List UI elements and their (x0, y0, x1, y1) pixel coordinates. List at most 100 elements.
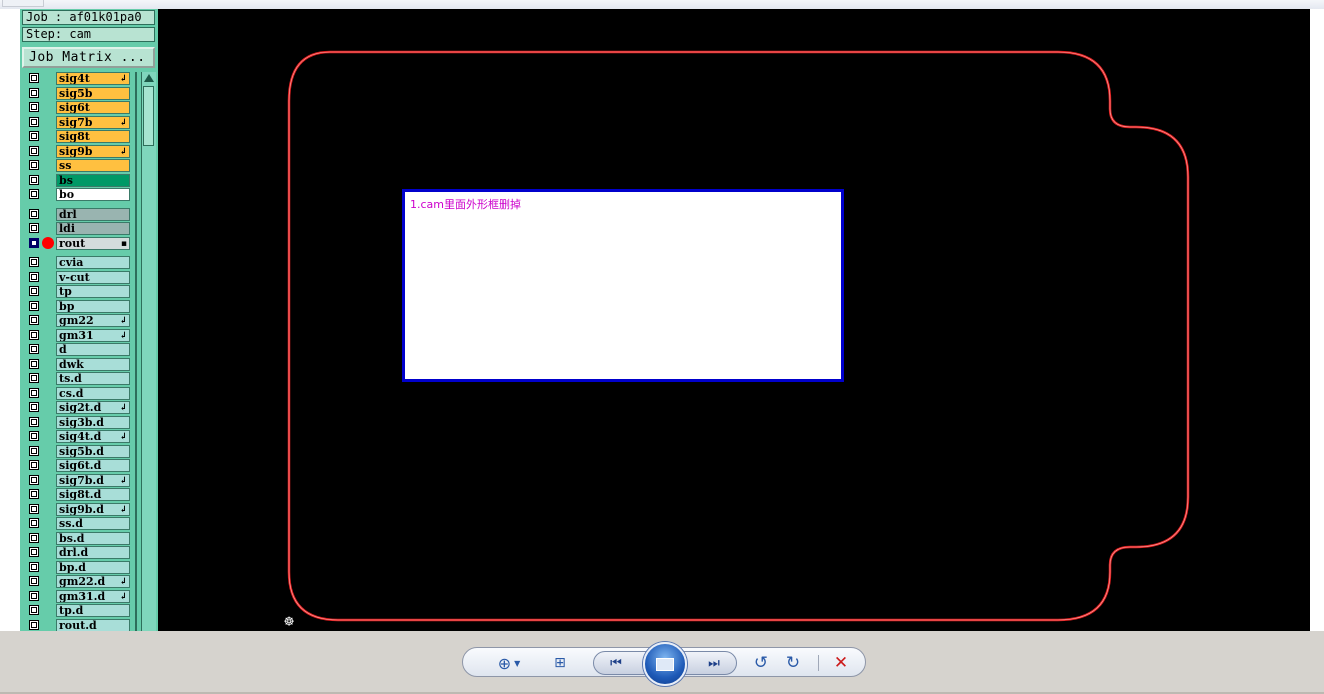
layer-row[interactable]: sig6t (23, 101, 132, 114)
layer-checkbox[interactable] (29, 145, 39, 156)
layer-list-scrollbar[interactable] (141, 72, 156, 631)
rotate-counterclockwise-icon[interactable]: ↺ (749, 648, 773, 678)
layer-row[interactable]: rout ▪ (23, 236, 132, 250)
layer-row[interactable]: gm22 ↲ (23, 314, 132, 327)
layer-checkbox[interactable] (29, 271, 39, 282)
layer-checkbox[interactable] (29, 131, 39, 141)
layer-checkbox[interactable] (29, 431, 39, 441)
layer-name[interactable]: sig5b (56, 86, 130, 100)
layer-row[interactable]: bs.d (23, 531, 132, 545)
layer-row[interactable]: bp (23, 299, 132, 313)
layer-checkbox[interactable] (29, 518, 39, 528)
layer-name[interactable]: gm22.d ↲ (56, 575, 130, 588)
layer-row[interactable]: sig7b ↲ (23, 115, 132, 129)
layer-checkbox[interactable] (29, 116, 39, 127)
layer-row[interactable]: sig6t.d (23, 459, 132, 472)
layer-name[interactable]: sig6t (56, 101, 130, 114)
layer-name[interactable]: ldi (56, 222, 130, 235)
zoom-in-icon[interactable]: ⊕ ▼ (491, 648, 527, 678)
delete-icon[interactable]: ✕ (829, 648, 853, 678)
layer-checkbox[interactable] (29, 344, 39, 354)
layer-checkbox[interactable] (29, 460, 39, 470)
layer-name[interactable]: ts.d (56, 372, 130, 385)
layer-name[interactable]: sig9b ↲ (56, 144, 130, 158)
layer-checkbox[interactable] (29, 174, 39, 185)
layer-checkbox[interactable] (29, 474, 39, 485)
previous-icon[interactable]: ⏮ (603, 648, 629, 678)
layer-row[interactable]: bs (23, 173, 132, 187)
layer-row[interactable]: gm31 ↲ (23, 328, 132, 342)
layer-row[interactable]: sig9b ↲ (23, 144, 132, 158)
layer-row[interactable]: sig5b.d (23, 444, 132, 458)
layer-row[interactable]: v-cut (23, 270, 132, 284)
layer-checkbox[interactable] (29, 208, 39, 219)
layer-row[interactable]: sig2t.d ↲ (23, 401, 132, 414)
layer-name[interactable]: rout ▪ (56, 236, 130, 250)
layer-checkbox[interactable] (29, 237, 39, 248)
layer-name[interactable]: rout.d (56, 618, 130, 631)
layer-name[interactable]: sig5b.d (56, 444, 130, 458)
layer-name[interactable]: bo (56, 188, 130, 201)
layer-row[interactable]: sig8t.d (23, 488, 132, 501)
layer-checkbox[interactable] (29, 300, 39, 311)
layer-row[interactable]: sig8t (23, 130, 132, 143)
layer-name[interactable]: cs.d (56, 386, 130, 400)
layer-name[interactable]: bp (56, 299, 130, 313)
layer-checkbox[interactable] (29, 87, 39, 98)
layer-row[interactable]: ss (23, 159, 132, 172)
layer-row[interactable]: rout.d (23, 618, 132, 631)
layer-name[interactable]: sig8t.d (56, 488, 130, 501)
layer-checkbox[interactable] (29, 503, 39, 514)
layer-name[interactable]: tp (56, 285, 130, 298)
layer-checkbox[interactable] (29, 102, 39, 112)
layer-name[interactable]: cvia (56, 256, 130, 269)
layer-checkbox[interactable] (29, 489, 39, 499)
layer-row[interactable]: tp.d (23, 604, 132, 617)
layer-name[interactable]: d (56, 343, 130, 356)
layer-row[interactable]: sig3b.d (23, 415, 132, 429)
layer-name[interactable]: bs.d (56, 531, 130, 545)
layer-row[interactable]: cvia (23, 256, 132, 269)
layer-row[interactable]: gm22.d ↲ (23, 575, 132, 588)
layer-name[interactable]: gm22 ↲ (56, 314, 130, 327)
layer-row[interactable]: sig7b.d ↲ (23, 473, 132, 487)
layer-row[interactable]: sig5b (23, 86, 132, 100)
layer-name[interactable]: gm31.d ↲ (56, 589, 130, 603)
layer-row[interactable]: bo (23, 188, 132, 201)
layer-checkbox[interactable] (29, 358, 39, 369)
zoom-dropdown-icon[interactable]: ▼ (514, 659, 520, 668)
layer-name[interactable]: bs (56, 173, 130, 187)
layer-name[interactable]: v-cut (56, 270, 130, 284)
layer-checkbox[interactable] (29, 286, 39, 296)
layer-row[interactable]: drl.d (23, 546, 132, 559)
layer-row[interactable]: tp (23, 285, 132, 298)
layer-name[interactable]: dwk (56, 357, 130, 371)
layer-name[interactable]: sig9b.d ↲ (56, 502, 130, 516)
layer-checkbox[interactable] (29, 445, 39, 456)
layer-checkbox[interactable] (29, 561, 39, 572)
layer-row[interactable]: ts.d (23, 372, 132, 385)
layer-name[interactable]: sig7b ↲ (56, 115, 130, 129)
layer-checkbox[interactable] (29, 257, 39, 267)
layer-name[interactable]: bp.d (56, 560, 130, 574)
layer-name[interactable]: sig7b.d ↲ (56, 473, 130, 487)
scrollbar-thumb[interactable] (143, 86, 154, 146)
layer-row[interactable]: sig9b.d ↲ (23, 502, 132, 516)
layer-checkbox[interactable] (29, 73, 39, 83)
layer-checkbox[interactable] (29, 532, 39, 543)
layer-checkbox[interactable] (29, 590, 39, 601)
layer-row[interactable]: bp.d (23, 560, 132, 574)
layer-checkbox[interactable] (29, 547, 39, 557)
layer-checkbox[interactable] (29, 576, 39, 586)
layer-name[interactable]: drl.d (56, 546, 130, 559)
layer-name[interactable]: ss.d (56, 517, 130, 530)
layer-row[interactable]: ss.d (23, 517, 132, 530)
layer-name[interactable]: sig6t.d (56, 459, 130, 472)
layer-name[interactable]: sig4t ↲ (56, 72, 130, 85)
layer-row[interactable]: sig4t.d ↲ (23, 430, 132, 443)
layer-checkbox[interactable] (29, 315, 39, 325)
layer-checkbox[interactable] (29, 402, 39, 412)
layer-name[interactable]: gm31 ↲ (56, 328, 130, 342)
rotate-clockwise-icon[interactable]: ↻ (781, 648, 805, 678)
layer-row[interactable]: ldi (23, 222, 132, 235)
